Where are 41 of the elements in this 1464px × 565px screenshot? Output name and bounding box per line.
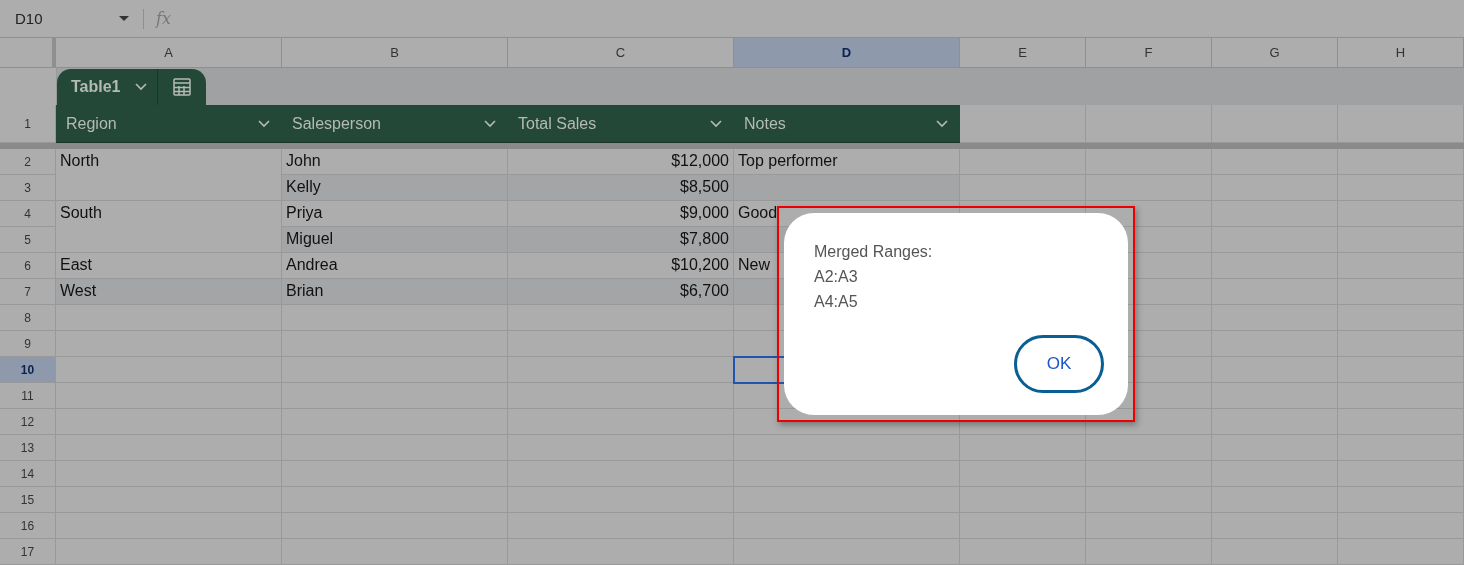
row-number: 17 (0, 539, 56, 565)
ok-button[interactable]: OK (1014, 335, 1104, 393)
row-number: 13 (0, 435, 56, 461)
row-number: 9 (0, 331, 56, 357)
row-number: 10 (0, 357, 56, 383)
chevron-down-icon (134, 83, 147, 91)
table-cell: $6,700 (508, 279, 734, 305)
chevron-down-icon (484, 119, 496, 128)
table-cell: Brian (282, 279, 508, 305)
column-filter-header[interactable]: Notes (734, 105, 960, 143)
name-box[interactable]: D10 (0, 10, 131, 27)
row-number: 12 (0, 409, 56, 435)
table-cell: Kelly (282, 175, 508, 201)
row-number: 5 (0, 227, 56, 253)
chevron-down-icon (936, 119, 948, 128)
calculator-icon[interactable] (171, 77, 192, 97)
row-number: 4 (0, 201, 56, 227)
table-cell: $8,500 (508, 175, 734, 201)
chevron-down-icon (258, 119, 270, 128)
row-number: 1 (0, 105, 56, 143)
row-number: 6 (0, 253, 56, 279)
table-cell: West (56, 279, 282, 305)
table-cell: Miguel (282, 227, 508, 253)
chevron-down-icon (710, 119, 722, 128)
row-number: 2 (0, 149, 56, 175)
row-number: 8 (0, 305, 56, 331)
column-filter-header[interactable]: Total Sales (508, 105, 734, 143)
column-filter-header[interactable]: Salesperson (282, 105, 508, 143)
caret-icon (119, 16, 129, 21)
table-name[interactable]: Table1 (57, 78, 121, 96)
row-number: 7 (0, 279, 56, 305)
row-number: 14 (0, 461, 56, 487)
row-number: 11 (0, 383, 56, 409)
row-number: 16 (0, 513, 56, 539)
table-tab[interactable]: Table1 (57, 69, 206, 105)
column-header[interactable]: D (734, 38, 960, 68)
row-number: 3 (0, 175, 56, 201)
row-number: 15 (0, 487, 56, 513)
dialog-text: A4:A5 (814, 292, 859, 312)
table-cell: $7,800 (508, 227, 734, 253)
column-filter-header[interactable]: Region (56, 105, 282, 143)
